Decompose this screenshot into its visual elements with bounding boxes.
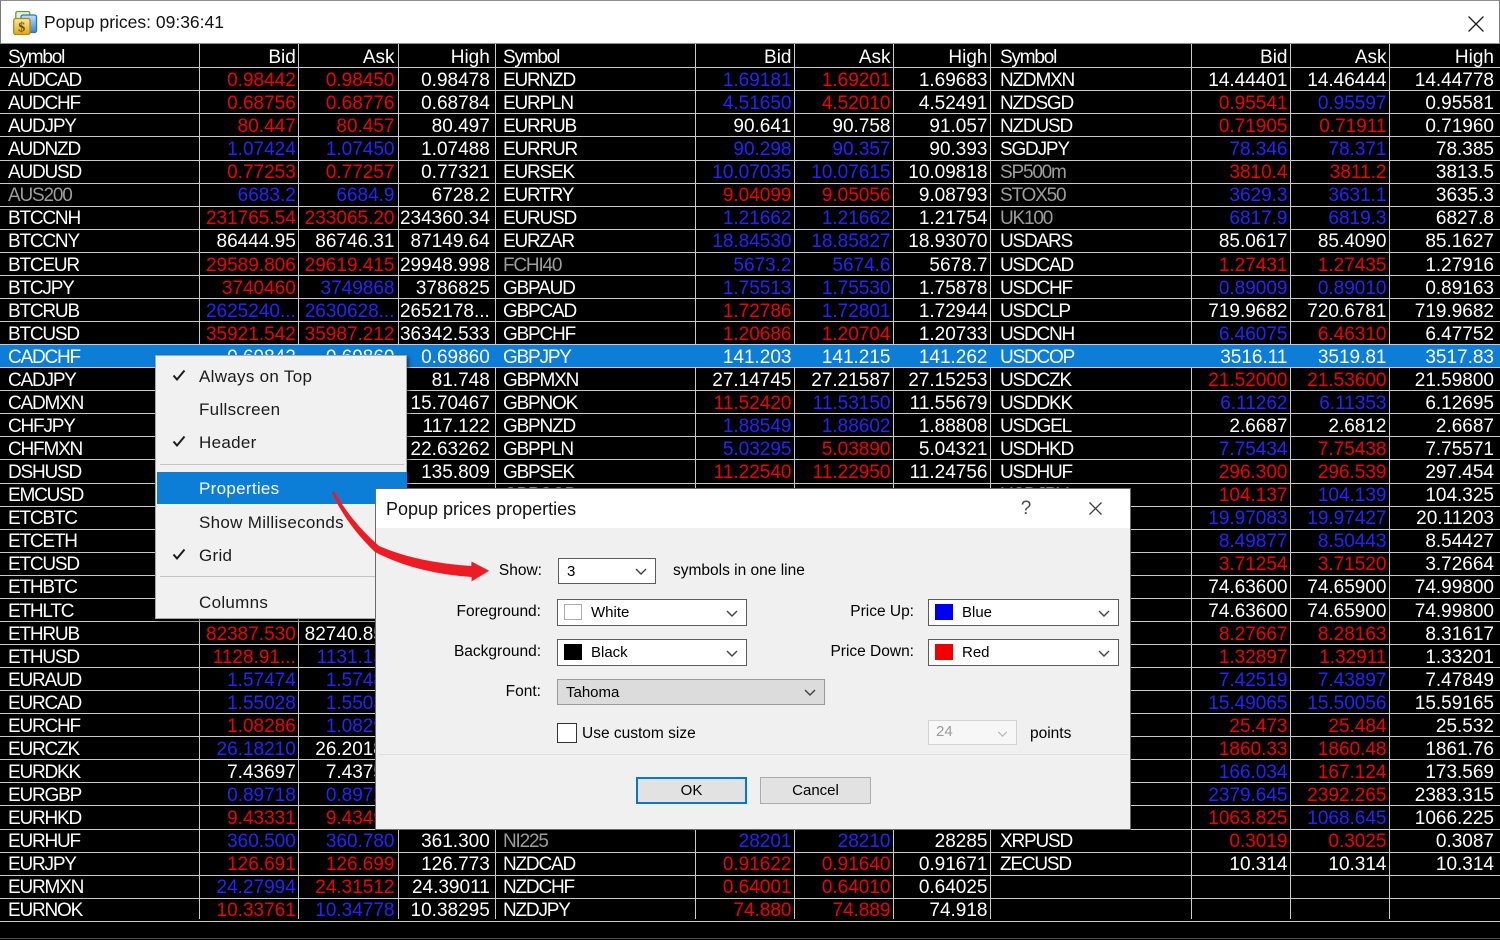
svg-text:$: $ <box>18 20 25 35</box>
